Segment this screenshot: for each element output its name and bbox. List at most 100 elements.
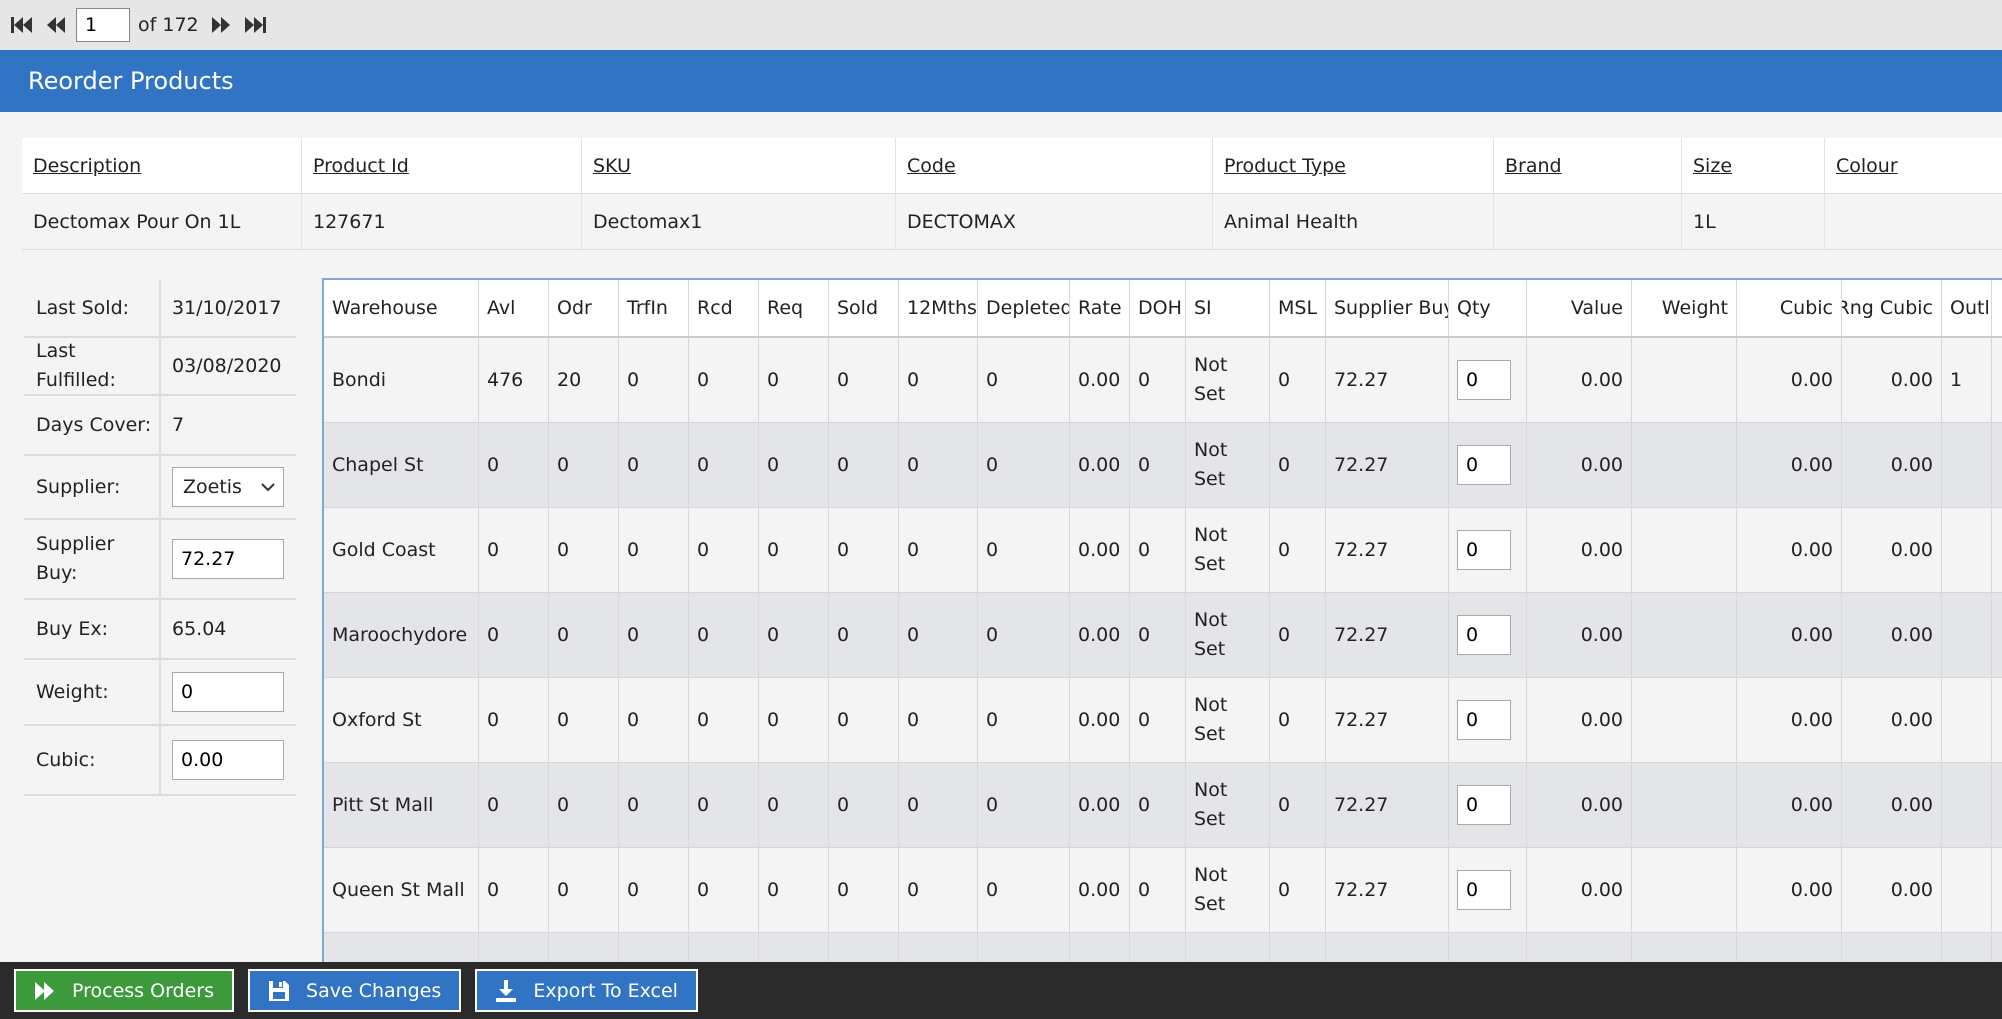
grid-cell [899,933,978,962]
product-header-product-id[interactable]: Product Id [302,138,582,193]
process-orders-button[interactable]: Process Orders [14,969,235,1012]
grid-cell: 0 [899,678,978,762]
grid-cell [1942,848,1992,932]
grid-cell [1632,933,1737,962]
qty-input[interactable] [1457,360,1511,400]
grid-cell-avl: 0 [487,624,500,646]
grid-cell: 0 [829,423,899,507]
grid-cell: Bondi [324,338,479,422]
grid-cell-rate: 0.00 [1078,879,1121,901]
grid-cell: 0 [479,848,549,932]
grid-cell: 0 [619,593,689,677]
grid-cell: 0.00 [1527,763,1632,847]
grid-header-supplier-buy: Supplier Buy [1326,280,1449,336]
page-number-input[interactable] [76,8,130,42]
grid-cell-outl: 1 [1950,369,1963,391]
supplier-select[interactable]: Zoetis [172,467,284,507]
table-row: Chapel St 0 0 0 0 0 0 0 0 0.00 0 Not Set 0 72.27 0.00 0… [324,423,2002,508]
grid-cell: Gold Coast [324,508,479,592]
grid-cell [1632,593,1737,677]
next-page-icon[interactable] [207,10,235,40]
qty-input[interactable] [1457,530,1511,570]
grid-cell: 0 [479,423,549,507]
export-to-excel-button[interactable]: Export To Excel [475,969,698,1012]
product-header-sku[interactable]: SKU [582,138,896,193]
grid-cell-rate: 0.00 [1078,454,1121,476]
qty-input[interactable] [1457,700,1511,740]
previous-page-icon[interactable] [42,10,70,40]
grid-cell-msl: 0 [1278,794,1291,816]
grid-cell: 0 [619,338,689,422]
grid-cell [1942,508,1992,592]
grid-cell: 0 [549,763,619,847]
grid-cell: Not Set [1186,338,1270,422]
grid-cell [1942,423,1992,507]
grid-header-avl: Avl [479,280,549,336]
export-to-excel-label: Export To Excel [533,979,678,1002]
grid-cell-doh: 0 [1138,454,1151,476]
grid-cell: 0 [1130,593,1186,677]
grid-cell-trfin: 0 [627,539,640,561]
days-cover-label: Days Cover: [24,396,161,454]
grid-header-sold: Sold [829,280,899,336]
supplier-buy-input[interactable] [172,539,284,579]
qty-input[interactable] [1457,615,1511,655]
page-title: Reorder Products [28,67,234,95]
grid-cell-12mths: 0 [907,369,920,391]
qty-cell [1449,338,1527,422]
grid-cell [1632,423,1737,507]
grid-cell-rng-cubic: 0.00 [1890,624,1933,646]
weight-input[interactable] [172,672,284,712]
save-changes-button[interactable]: Save Changes [248,969,462,1012]
grid-cell: 0.00 [1070,678,1130,762]
grid-cell-sold: 0 [837,539,850,561]
grid-cell [1942,933,1992,962]
grid-cell-avl: 0 [487,709,500,731]
grid-cell-doh: 0 [1138,879,1151,901]
grid-cell: 72.27 [1326,763,1449,847]
qty-input[interactable] [1457,445,1511,485]
grid-cell-trfin: 0 [627,709,640,731]
product-header-description[interactable]: Description [22,138,302,193]
grid-cell: 72.27 [1326,678,1449,762]
fast-forward-icon [35,981,54,1000]
product-header-size[interactable]: Size [1682,138,1825,193]
grid-cell-value: 0.00 [1580,454,1623,476]
grid-cell-rate: 0.00 [1078,624,1121,646]
grid-cell: 0.00 [1070,338,1130,422]
grid-cell-depleted: 0 [986,624,999,646]
grid-cell-odr: 0 [557,794,570,816]
grid-cell: Not [1186,933,1270,962]
product-value-row: Dectomax Pour On 1L 127671 Dectomax1 DEC… [22,194,2002,250]
grid-cell: 0 [1270,508,1326,592]
product-header-colour[interactable]: Colour [1825,138,1982,193]
grid-cell: 0 [829,508,899,592]
last-page-icon[interactable] [241,10,269,40]
grid-header-msl: MSL [1270,280,1326,336]
qty-input[interactable] [1457,785,1511,825]
first-page-icon[interactable] [8,10,36,40]
grid-cell-req: 0 [767,624,780,646]
grid-cell-msl: 0 [1278,879,1291,901]
product-header-brand[interactable]: Brand [1494,138,1682,193]
cubic-input[interactable] [172,740,284,780]
grid-cell-warehouse: Bondi [332,369,387,391]
grid-cell: 0 [549,678,619,762]
grid-cell: Not Set [1186,763,1270,847]
grid-cell [324,933,479,962]
grid-cell-value: 0.00 [1580,539,1623,561]
last-fulfilled-value: 03/08/2020 [172,355,282,377]
grid-cell: 0 [759,508,829,592]
grid-cell-rate: 0.00 [1078,539,1121,561]
product-header-product-type[interactable]: Product Type [1213,138,1494,193]
grid-cell [1942,678,1992,762]
grid-cell: 0 [1130,508,1186,592]
product-header-code[interactable]: Code [896,138,1213,193]
grid-cell-warehouse: Pitt St Mall [332,794,434,816]
save-icon [269,980,290,1001]
grid-cell: 0 [479,593,549,677]
last-sold-row: Last Sold: 31/10/2017 [24,280,296,338]
grid-cell-depleted: 0 [986,709,999,731]
qty-input[interactable] [1457,870,1511,910]
grid-header-row: Warehouse Avl Odr TrfIn Rcd Req Sold 12Mths Depl… [324,280,2002,338]
